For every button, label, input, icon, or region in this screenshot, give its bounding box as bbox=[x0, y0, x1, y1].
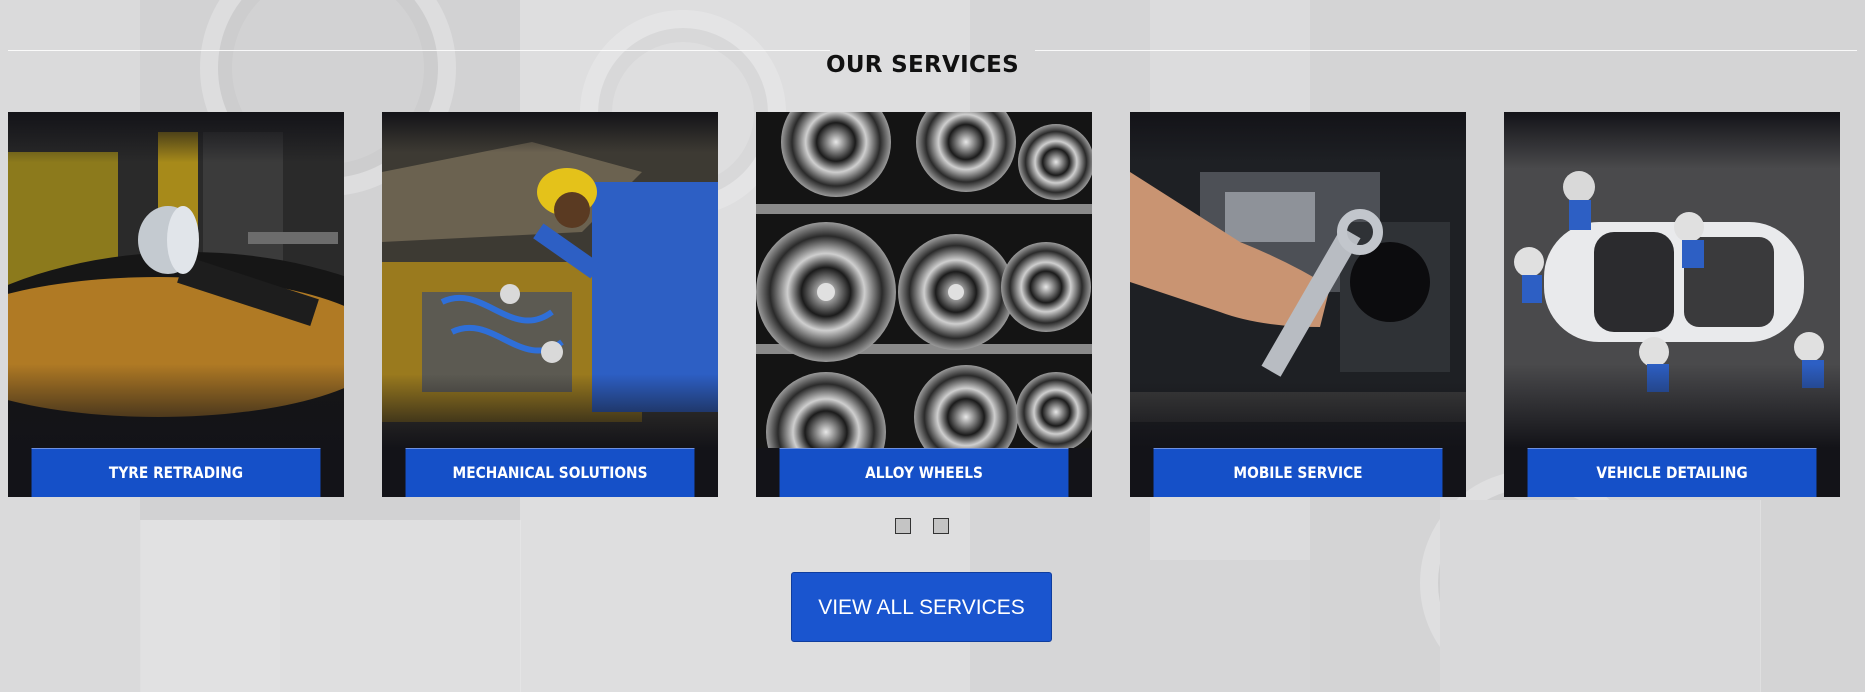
carousel-dot-1[interactable] bbox=[895, 518, 911, 534]
alloy-wheels-rack-photo bbox=[756, 112, 1092, 448]
service-card-tyre-retrading[interactable]: TYRE RETRADING bbox=[8, 112, 344, 497]
service-label: MOBILE SERVICE bbox=[1153, 448, 1443, 497]
mechanic-engine-photo bbox=[382, 112, 718, 448]
service-label: VEHICLE DETAILING bbox=[1527, 448, 1817, 497]
service-label: TYRE RETRADING bbox=[31, 448, 321, 497]
heading-rule-right bbox=[1035, 50, 1857, 51]
heading-rule-left bbox=[8, 50, 830, 51]
tyre-retreading-photo bbox=[8, 112, 344, 448]
car-detailing-top-view-photo bbox=[1504, 112, 1840, 448]
service-card-mechanical-solutions[interactable]: MECHANICAL SOLUTIONS bbox=[382, 112, 718, 497]
service-card-vehicle-detailing[interactable]: VEHICLE DETAILING bbox=[1504, 112, 1840, 497]
service-label: ALLOY WHEELS bbox=[779, 448, 1069, 497]
service-card-alloy-wheels[interactable]: ALLOY WHEELS bbox=[756, 112, 1092, 497]
carousel-dot-2[interactable] bbox=[933, 518, 949, 534]
hand-wrench-engine-photo bbox=[1130, 112, 1466, 448]
service-label: MECHANICAL SOLUTIONS bbox=[405, 448, 695, 497]
service-card-mobile-service[interactable]: MOBILE SERVICE bbox=[1130, 112, 1466, 497]
view-all-services-button[interactable]: VIEW ALL SERVICES bbox=[791, 572, 1052, 642]
section-title: OUR SERVICES bbox=[825, 52, 1020, 79]
